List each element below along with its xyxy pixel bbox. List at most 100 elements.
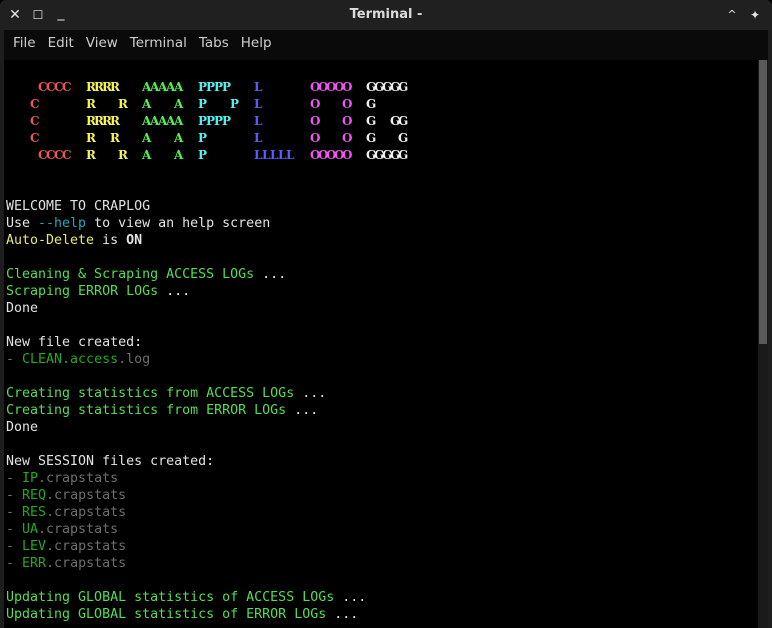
menu-terminal[interactable]: Terminal	[124, 30, 193, 60]
logo-char	[230, 79, 238, 96]
output-segment: Creating statistics from ERROR LOGs	[6, 403, 287, 418]
output-segment: Done	[6, 301, 39, 316]
stick-icon[interactable]: ✦	[746, 6, 764, 24]
output-line: Done	[6, 419, 406, 436]
menu-view[interactable]: View	[80, 30, 124, 60]
logo-char: G	[374, 80, 385, 94]
logo-char	[38, 130, 46, 147]
logo-char	[206, 147, 214, 164]
logo-char	[14, 113, 22, 130]
logo-row: CCCC R R A A P LLLLL OOOOO GGGGG	[6, 147, 409, 164]
output-segment: Updating GLOBAL statistics of ERROR LOGs	[6, 607, 327, 622]
output-segment: ERR	[22, 556, 47, 571]
logo-char: A	[142, 97, 152, 111]
logo-char	[358, 96, 366, 113]
logo-char	[286, 96, 294, 113]
logo-char	[134, 79, 142, 96]
logo-char	[222, 130, 230, 147]
logo-char: A	[174, 114, 184, 128]
logo-char	[22, 147, 30, 164]
output-segment: --help	[38, 216, 87, 231]
logo-char: R	[86, 114, 96, 128]
output-line: - UA.crapstats	[6, 521, 406, 538]
logo-char	[94, 96, 102, 113]
logo-char	[238, 130, 246, 147]
title-bar[interactable]: ✕ ☐ _ Terminal - ^ ✦	[0, 0, 772, 30]
logo-char	[246, 130, 254, 147]
logo-char: C	[30, 131, 40, 145]
logo-char: G	[382, 80, 393, 94]
logo-char	[166, 147, 174, 164]
logo-char	[126, 147, 134, 164]
logo-row: C R R A A P L O O G G	[6, 130, 408, 147]
output-segment: REQ	[22, 488, 47, 503]
logo-char	[46, 113, 54, 130]
logo-char	[126, 96, 134, 113]
output-segment: Auto-Delete	[6, 233, 95, 248]
logo-char	[118, 79, 126, 96]
logo-char	[190, 147, 198, 164]
output-segment: -	[6, 505, 23, 520]
logo-char	[78, 147, 86, 164]
logo-char	[78, 79, 86, 96]
output-segment: ...	[158, 284, 191, 299]
logo-char	[118, 113, 126, 130]
logo-char: C	[54, 148, 64, 162]
output-line: - CLEAN.access.log	[6, 351, 406, 368]
logo-char: O	[310, 80, 321, 94]
logo-char	[46, 130, 54, 147]
output-line: - IP.crapstats	[6, 470, 406, 487]
logo-char	[6, 79, 14, 96]
menu-tabs[interactable]: Tabs	[193, 30, 235, 60]
logo-char	[62, 130, 70, 147]
menu-file[interactable]: File	[7, 30, 42, 60]
menu-help[interactable]: Help	[235, 30, 278, 60]
logo-char	[166, 130, 174, 147]
output-segment: -	[6, 352, 23, 367]
logo-char	[38, 113, 46, 130]
logo-char	[294, 147, 302, 164]
logo-char	[238, 96, 246, 113]
logo-char: O	[318, 80, 329, 94]
menu-edit[interactable]: Edit	[42, 30, 80, 60]
logo-char: G	[366, 148, 377, 162]
output-line: New file created:	[6, 334, 406, 351]
output-segment: .crapstats	[38, 471, 119, 486]
logo-char: O	[318, 148, 329, 162]
logo-char	[278, 79, 286, 96]
output-segment: -	[6, 556, 23, 571]
output-segment: -	[6, 488, 23, 503]
logo-char: R	[110, 80, 120, 94]
scrollbar[interactable]	[758, 60, 768, 628]
logo-char: G	[374, 148, 385, 162]
shade-icon[interactable]: ^	[723, 6, 741, 24]
output-segment: ...	[326, 607, 359, 622]
output-segment: ...	[294, 386, 327, 401]
logo-char: A	[150, 80, 160, 94]
logo-char	[6, 113, 14, 130]
logo-char: P	[206, 80, 216, 94]
output-segment: New file created:	[6, 335, 143, 350]
logo-char: O	[334, 80, 345, 94]
logo-char	[358, 113, 366, 130]
logo-char: O	[326, 80, 337, 94]
logo-char: P	[214, 80, 224, 94]
logo-char: G	[398, 148, 409, 162]
terminal-output[interactable]: CCCC RRRR AAAAA PPPP L OOOOO GGGGG C R R…	[4, 60, 758, 628]
logo-char	[182, 79, 190, 96]
output-line: Cleaning & Scraping ACCESS LOGs ...	[6, 266, 406, 283]
logo-char	[158, 147, 166, 164]
output-line: Creating statistics from ACCESS LOGs ...	[6, 385, 406, 402]
logo-char	[54, 130, 62, 147]
logo-char	[102, 96, 110, 113]
logo-char	[238, 79, 246, 96]
logo-char	[230, 113, 238, 130]
logo-char	[318, 130, 326, 147]
scrollbar-thumb[interactable]	[759, 60, 767, 344]
terminal-window: ✕ ☐ _ Terminal - ^ ✦ File Edit View Termina…	[0, 0, 772, 628]
logo-char	[182, 113, 190, 130]
output-line: - ERR.crapstats	[6, 555, 406, 572]
